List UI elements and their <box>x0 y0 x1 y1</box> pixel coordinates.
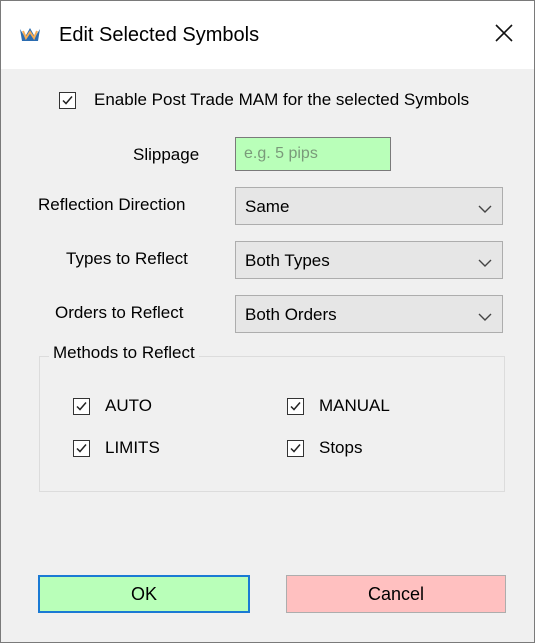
dialog-body: Enable Post Trade MAM for the selected S… <box>1 69 534 642</box>
chevron-down-icon <box>478 255 492 273</box>
ok-button[interactable]: OK <box>38 575 250 613</box>
orders-to-reflect-select[interactable]: Both Orders <box>235 295 503 333</box>
checkmark-icon <box>290 444 301 453</box>
close-icon <box>495 23 513 47</box>
types-to-reflect-select[interactable]: Both Types <box>235 241 503 279</box>
limits-label: LIMITS <box>105 438 160 457</box>
slippage-input[interactable] <box>235 137 391 171</box>
checkmark-icon <box>76 444 87 453</box>
edit-symbols-dialog: Edit Selected Symbols Enable Post Trade … <box>0 0 535 643</box>
methods-to-reflect-group <box>39 356 505 492</box>
stops-label: Stops <box>319 438 363 457</box>
reflection-direction-select[interactable]: Same <box>235 187 503 225</box>
manual-checkbox[interactable] <box>287 398 304 415</box>
methods-to-reflect-legend: Methods to Reflect <box>49 343 199 363</box>
checkmark-icon <box>62 96 73 105</box>
close-button[interactable] <box>474 1 534 69</box>
chevron-down-icon <box>478 309 492 327</box>
manual-label: MANUAL <box>319 396 390 415</box>
enable-post-trade-label: Enable Post Trade MAM for the selected S… <box>94 90 470 109</box>
window-title: Edit Selected Symbols <box>59 24 260 46</box>
orders-to-reflect-label: Orders to Reflect <box>55 303 184 322</box>
reflection-direction-value: Same <box>245 197 290 216</box>
cancel-button[interactable]: Cancel <box>286 575 506 613</box>
limits-checkbox[interactable] <box>73 440 90 457</box>
reflection-direction-label: Reflection Direction <box>38 195 186 214</box>
types-to-reflect-value: Both Types <box>245 251 330 270</box>
auto-checkbox[interactable] <box>73 398 90 415</box>
slippage-label: Slippage <box>133 145 200 164</box>
checkmark-icon <box>76 402 87 411</box>
title-bar: Edit Selected Symbols <box>1 1 534 69</box>
enable-post-trade-checkbox[interactable] <box>59 92 76 109</box>
checkmark-icon <box>290 402 301 411</box>
chevron-down-icon <box>478 201 492 219</box>
app-logo-icon <box>19 25 41 45</box>
types-to-reflect-label: Types to Reflect <box>66 249 188 268</box>
stops-checkbox[interactable] <box>287 440 304 457</box>
orders-to-reflect-value: Both Orders <box>245 305 337 324</box>
auto-label: AUTO <box>105 396 152 415</box>
